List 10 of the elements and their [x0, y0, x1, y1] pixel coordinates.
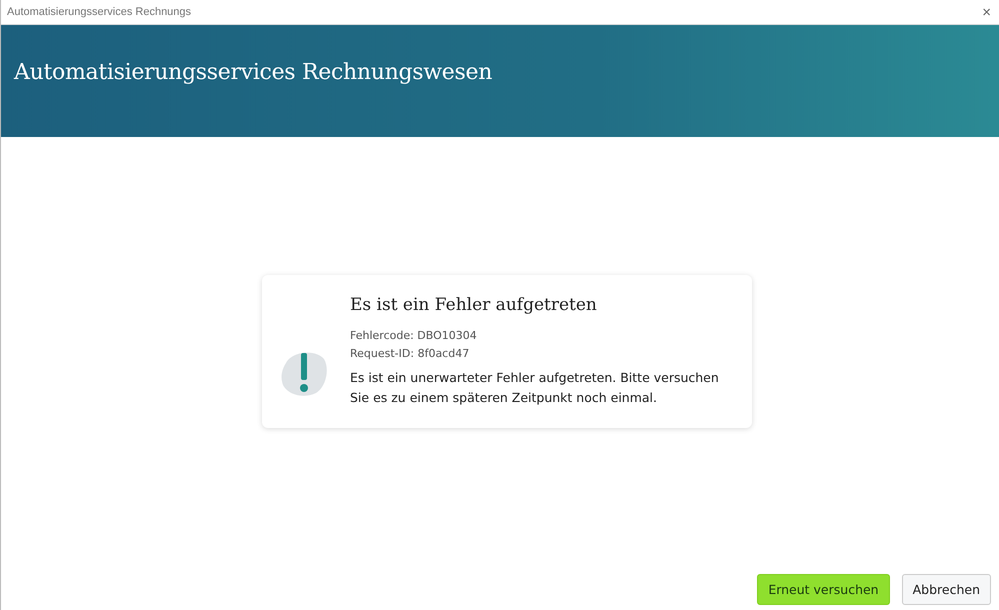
exclamation-icon — [280, 351, 328, 397]
retry-button[interactable]: Erneut versuchen — [757, 574, 890, 605]
error-code: Fehlercode: DBO10304 — [350, 328, 478, 344]
request-id: Request-ID: 8f0acd47 — [350, 346, 470, 362]
close-button[interactable]: × — [974, 4, 999, 20]
app-title: Automatisierungsservices Rechnungswesen — [14, 60, 492, 84]
error-message: Es ist ein unerwarteter Fehler aufgetreten. Bitte versuchen Sie es zu einem späteren Zeitpunkt noch einmal. — [350, 369, 720, 407]
cancel-button[interactable]: Abbrechen — [902, 574, 991, 605]
error-heading: Es ist ein Fehler aufgetreten — [350, 295, 598, 315]
window-title: Automatisierungsservices Rechnungs — [7, 6, 192, 18]
